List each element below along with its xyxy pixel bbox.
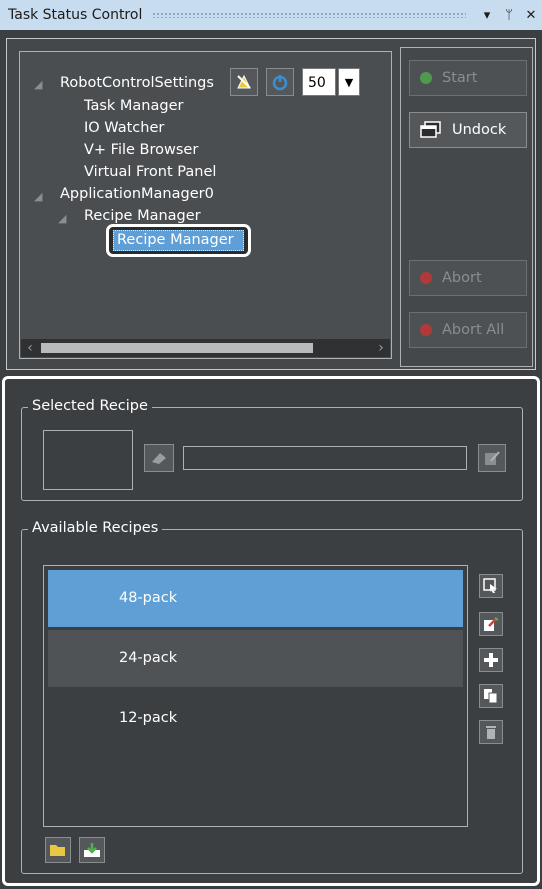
delete-icon <box>486 726 496 739</box>
start-icon <box>420 72 432 84</box>
abort-label: Abort <box>442 270 482 286</box>
edit-recipe-button[interactable] <box>144 444 174 472</box>
undock-button[interactable]: Undock <box>409 112 527 148</box>
available-recipes-group: Available Recipes 48-pack 24-pack 12-pac… <box>21 520 523 874</box>
abort-all-button[interactable]: Abort All <box>409 312 527 348</box>
count-dropdown-button[interactable]: ▼ <box>338 68 360 96</box>
abort-icon <box>420 272 432 284</box>
import-icon <box>84 843 100 857</box>
import-recipe-button[interactable] <box>79 837 105 863</box>
title-bar: Task Status Control ▾ ᛘ ✕ <box>0 0 542 30</box>
edit-icon <box>484 617 499 631</box>
undock-icon <box>420 121 441 138</box>
edit-details-button[interactable] <box>478 444 506 472</box>
abort-all-icon <box>420 324 432 336</box>
add-recipe-button[interactable] <box>479 648 503 672</box>
robot-settings-icon <box>237 74 251 89</box>
edit-recipe-details-button[interactable] <box>479 612 503 636</box>
task-control-buttons: Start Undock Abort Abort All <box>400 47 533 367</box>
recipe-name-field[interactable] <box>183 446 467 470</box>
open-folder-icon <box>50 845 65 856</box>
panel-frame: ◢ RobotControlSettings 50 ▼ Task Manager… <box>0 30 542 889</box>
selected-recipe-group: Selected Recipe <box>21 398 523 501</box>
delete-recipe-button[interactable] <box>479 720 503 744</box>
tree-item-file-browser[interactable]: V+ File Browser <box>84 142 198 158</box>
add-icon <box>484 653 498 667</box>
open-recipe-button[interactable] <box>45 837 71 863</box>
copy-recipe-button[interactable] <box>479 684 503 708</box>
power-button[interactable] <box>266 68 294 96</box>
start-button[interactable]: Start <box>409 60 527 96</box>
tree-item-task-manager[interactable]: Task Manager <box>84 98 183 114</box>
eraser-icon <box>152 453 166 464</box>
tree-item-virtual-front-panel[interactable]: Virtual Front Panel <box>84 164 216 180</box>
power-icon <box>272 75 288 91</box>
title-grip[interactable] <box>152 12 466 18</box>
selected-recipe-label: Selected Recipe <box>28 398 152 414</box>
start-label: Start <box>442 70 478 86</box>
abort-all-label: Abort All <box>442 322 505 338</box>
select-recipe-button[interactable] <box>479 574 503 598</box>
pin-icon[interactable]: ᛘ <box>498 8 520 23</box>
window-title: Task Status Control <box>8 7 143 23</box>
tree-item-application-manager[interactable]: ApplicationManager0 <box>60 186 214 202</box>
task-tree: ◢ RobotControlSettings 50 ▼ Task Manager… <box>19 51 392 359</box>
list-item[interactable]: 48-pack <box>48 570 463 627</box>
copy-icon <box>484 689 498 704</box>
scroll-right-icon[interactable]: › <box>372 339 390 357</box>
highlight-callout: Recipe Manager <box>106 224 251 257</box>
edit-icon <box>485 451 500 465</box>
recipe-list: 48-pack 24-pack 12-pack <box>43 565 468 827</box>
expand-arrow-icon[interactable]: ◢ <box>58 212 66 225</box>
recipe-panel: Selected Recipe Available Recipes 48-pac… <box>2 376 540 886</box>
scroll-left-icon[interactable]: ‹ <box>21 339 39 357</box>
scroll-thumb[interactable] <box>41 343 313 353</box>
available-recipes-label: Available Recipes <box>28 520 163 536</box>
undock-label: Undock <box>452 122 507 138</box>
list-item[interactable]: 24-pack <box>48 630 463 687</box>
expand-arrow-icon[interactable]: ◢ <box>34 190 42 203</box>
window-menu-icon[interactable]: ▾ <box>476 8 498 23</box>
tree-item-io-watcher[interactable]: IO Watcher <box>84 120 164 136</box>
robot-settings-button[interactable] <box>230 68 258 96</box>
count-select-value[interactable]: 50 <box>302 68 336 96</box>
recipe-thumbnail <box>43 430 133 490</box>
expand-arrow-icon[interactable]: ◢ <box>34 78 42 91</box>
abort-button[interactable]: Abort <box>409 260 527 296</box>
tree-item-recipe-manager-parent[interactable]: Recipe Manager <box>84 208 201 224</box>
list-item[interactable]: 12-pack <box>48 690 463 747</box>
tree-item-recipe-manager-selected[interactable]: Recipe Manager <box>113 230 244 251</box>
select-icon <box>483 578 497 593</box>
horizontal-scrollbar[interactable]: ‹ › <box>21 339 390 357</box>
tree-item-robot-control-settings[interactable]: RobotControlSettings <box>60 75 214 91</box>
task-panel: ◢ RobotControlSettings 50 ▼ Task Manager… <box>6 38 536 370</box>
close-icon[interactable]: ✕ <box>520 8 542 23</box>
